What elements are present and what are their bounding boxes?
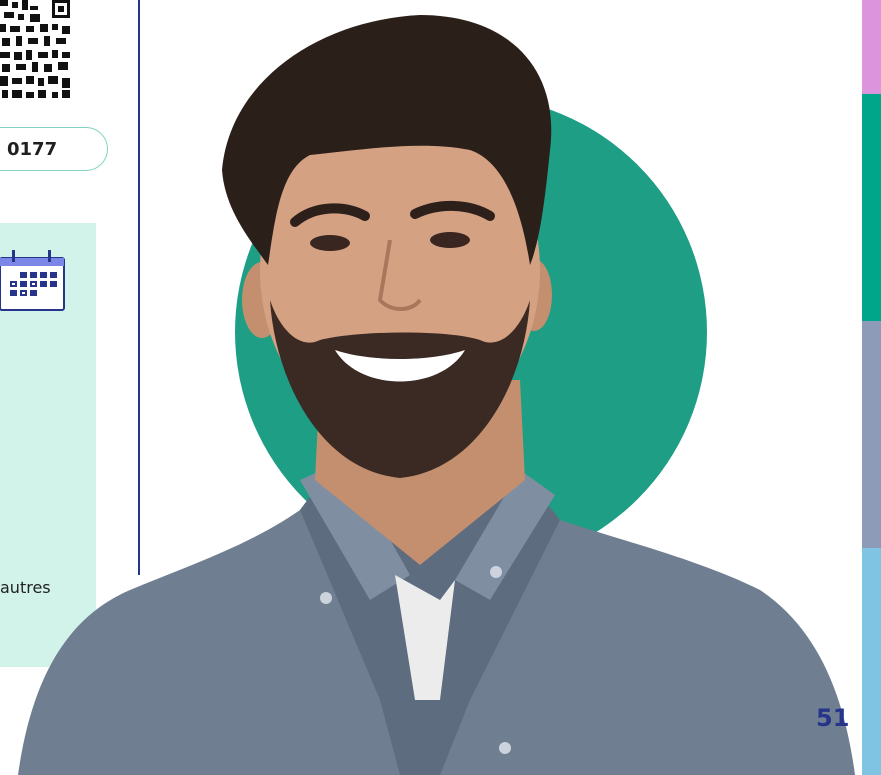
section-tab-green[interactable]	[862, 94, 881, 321]
page-number: 51	[816, 704, 850, 732]
section-tab-gray[interactable]	[862, 321, 881, 548]
section-tab-blue[interactable]	[862, 548, 881, 775]
portrait-photo	[18, 15, 855, 775]
section-tabs	[862, 0, 881, 775]
section-tab-pink[interactable]	[862, 0, 881, 94]
